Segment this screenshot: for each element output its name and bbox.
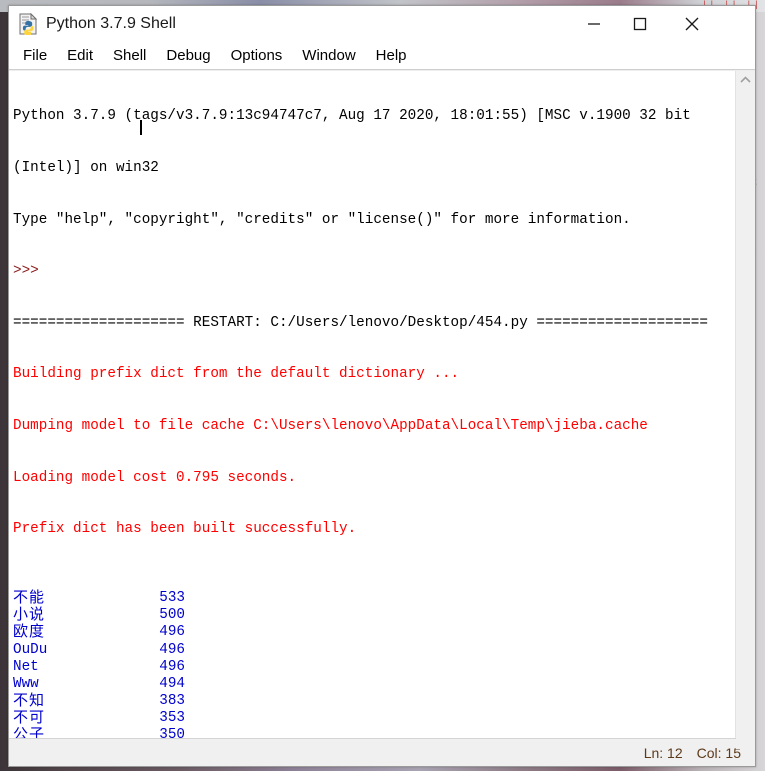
word-label: 不可 [13, 708, 46, 727]
word-count-value: 500 [159, 607, 185, 624]
word-label: 不能 [13, 587, 46, 606]
word-label: Net [13, 658, 39, 675]
menu-item-file[interactable]: File [17, 45, 57, 67]
word-count-value: 496 [159, 624, 185, 641]
word-frequency-row: 欧度 496 [13, 622, 735, 641]
window-titlebar[interactable]: Python 3.7.9 Shell [9, 6, 755, 42]
word-label: 公子 [13, 725, 46, 738]
word-frequency-row: Www 494 [13, 676, 735, 693]
word-label: OuDu [13, 641, 48, 658]
statusbar: Ln: 12 Col: 15 [9, 738, 755, 766]
jieba-message-line: Dumping model to file cache C:\Users\len… [13, 417, 648, 434]
word-count-value: 350 [159, 727, 185, 738]
word-count-value: 494 [159, 675, 185, 692]
menu-item-edit[interactable]: Edit [57, 45, 103, 67]
output-line: (Intel)] on win32 [13, 160, 159, 176]
word-count-value: 533 [159, 589, 185, 606]
window-title: Python 3.7.9 Shell [46, 15, 176, 32]
status-column-number: Col: 15 [696, 744, 741, 761]
word-frequency-row: 小说 500 [13, 605, 735, 624]
word-count-value: 496 [159, 658, 185, 675]
word-frequency-results: 不能 533 小说 500 欧度 496 OuDu 496 Net 496 Www 494 不知 383 不… [13, 587, 735, 738]
word-count-value: 496 [159, 641, 185, 658]
word-frequency-row: 公子 350 [13, 725, 735, 738]
word-label: 小说 [13, 605, 46, 624]
close-icon[interactable] [669, 6, 715, 42]
menu-item-help[interactable]: Help [366, 45, 417, 67]
scroll-up-arrow-icon[interactable] [736, 71, 755, 89]
menu-item-shell[interactable]: Shell [103, 45, 156, 67]
output-line: Type "help", "copyright", "credits" or "… [13, 211, 631, 228]
word-count-value: 383 [159, 693, 185, 710]
jieba-message-line: Building prefix dict from the default di… [13, 366, 460, 383]
shell-body: Python 3.7.9 (tags/v3.7.9:13c94747c7, Au… [9, 70, 755, 749]
menubar: File Edit Shell Debug Options Window Hel… [9, 42, 755, 70]
jieba-message-line: Prefix dict has been built successfully. [13, 521, 357, 538]
word-frequency-row: 不可 353 [13, 708, 735, 727]
minimize-icon[interactable] [571, 6, 617, 42]
word-label: 不知 [13, 691, 46, 710]
jieba-message-line: Loading model cost 0.795 seconds. [13, 469, 297, 486]
maximize-icon[interactable] [617, 6, 663, 42]
shell-output-text[interactable]: Python 3.7.9 (tags/v3.7.9:13c94747c7, Au… [9, 71, 735, 738]
menu-item-window[interactable]: Window [292, 45, 365, 67]
word-frequency-row: 不知 383 [13, 691, 735, 710]
python-shell-window: Python 3.7.9 Shell File Edit Shell Debug… [8, 5, 756, 767]
menu-item-debug[interactable]: Debug [156, 45, 220, 67]
scrollbar-thumb[interactable] [736, 89, 755, 749]
word-frequency-row: 不能 533 [13, 587, 735, 607]
restart-line: ==================== RESTART: C:/Users/l… [13, 314, 708, 331]
prompt-line: >>> [13, 263, 48, 280]
word-frequency-row: Net 496 [13, 659, 735, 676]
status-line-number: Ln: 12 [643, 744, 683, 761]
vertical-scrollbar[interactable] [735, 71, 755, 749]
output-line: Python 3.7.9 (tags/v3.7.9:13c94747c7, Au… [13, 108, 691, 125]
python-file-icon [17, 12, 39, 36]
word-label: 欧度 [13, 622, 46, 641]
word-frequency-row: OuDu 496 [13, 642, 735, 659]
word-count-value: 353 [159, 710, 185, 727]
text-caret [140, 120, 142, 135]
menu-item-options[interactable]: Options [221, 45, 293, 67]
